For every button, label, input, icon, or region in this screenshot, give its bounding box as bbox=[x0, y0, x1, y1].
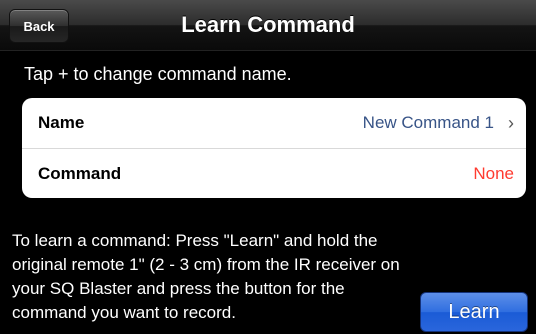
instructions-text: To learn a command: Press "Learn" and ho… bbox=[12, 231, 400, 322]
navigation-bar: Back Learn Command bbox=[0, 0, 536, 51]
command-label: Command bbox=[38, 164, 122, 183]
command-row[interactable]: Command None bbox=[22, 148, 526, 198]
page-title: Learn Command bbox=[181, 12, 355, 37]
name-row[interactable]: Name New Command 1 › bbox=[22, 98, 526, 148]
command-settings-table: Name New Command 1 › Command None bbox=[22, 98, 526, 198]
name-label: Name bbox=[38, 113, 85, 132]
name-value: New Command 1 bbox=[362, 113, 494, 132]
learn-button[interactable]: Learn bbox=[420, 292, 528, 332]
chevron-right-icon: › bbox=[508, 113, 514, 133]
hint-text: Tap + to change command name. bbox=[24, 64, 292, 84]
command-value: None bbox=[473, 164, 514, 183]
